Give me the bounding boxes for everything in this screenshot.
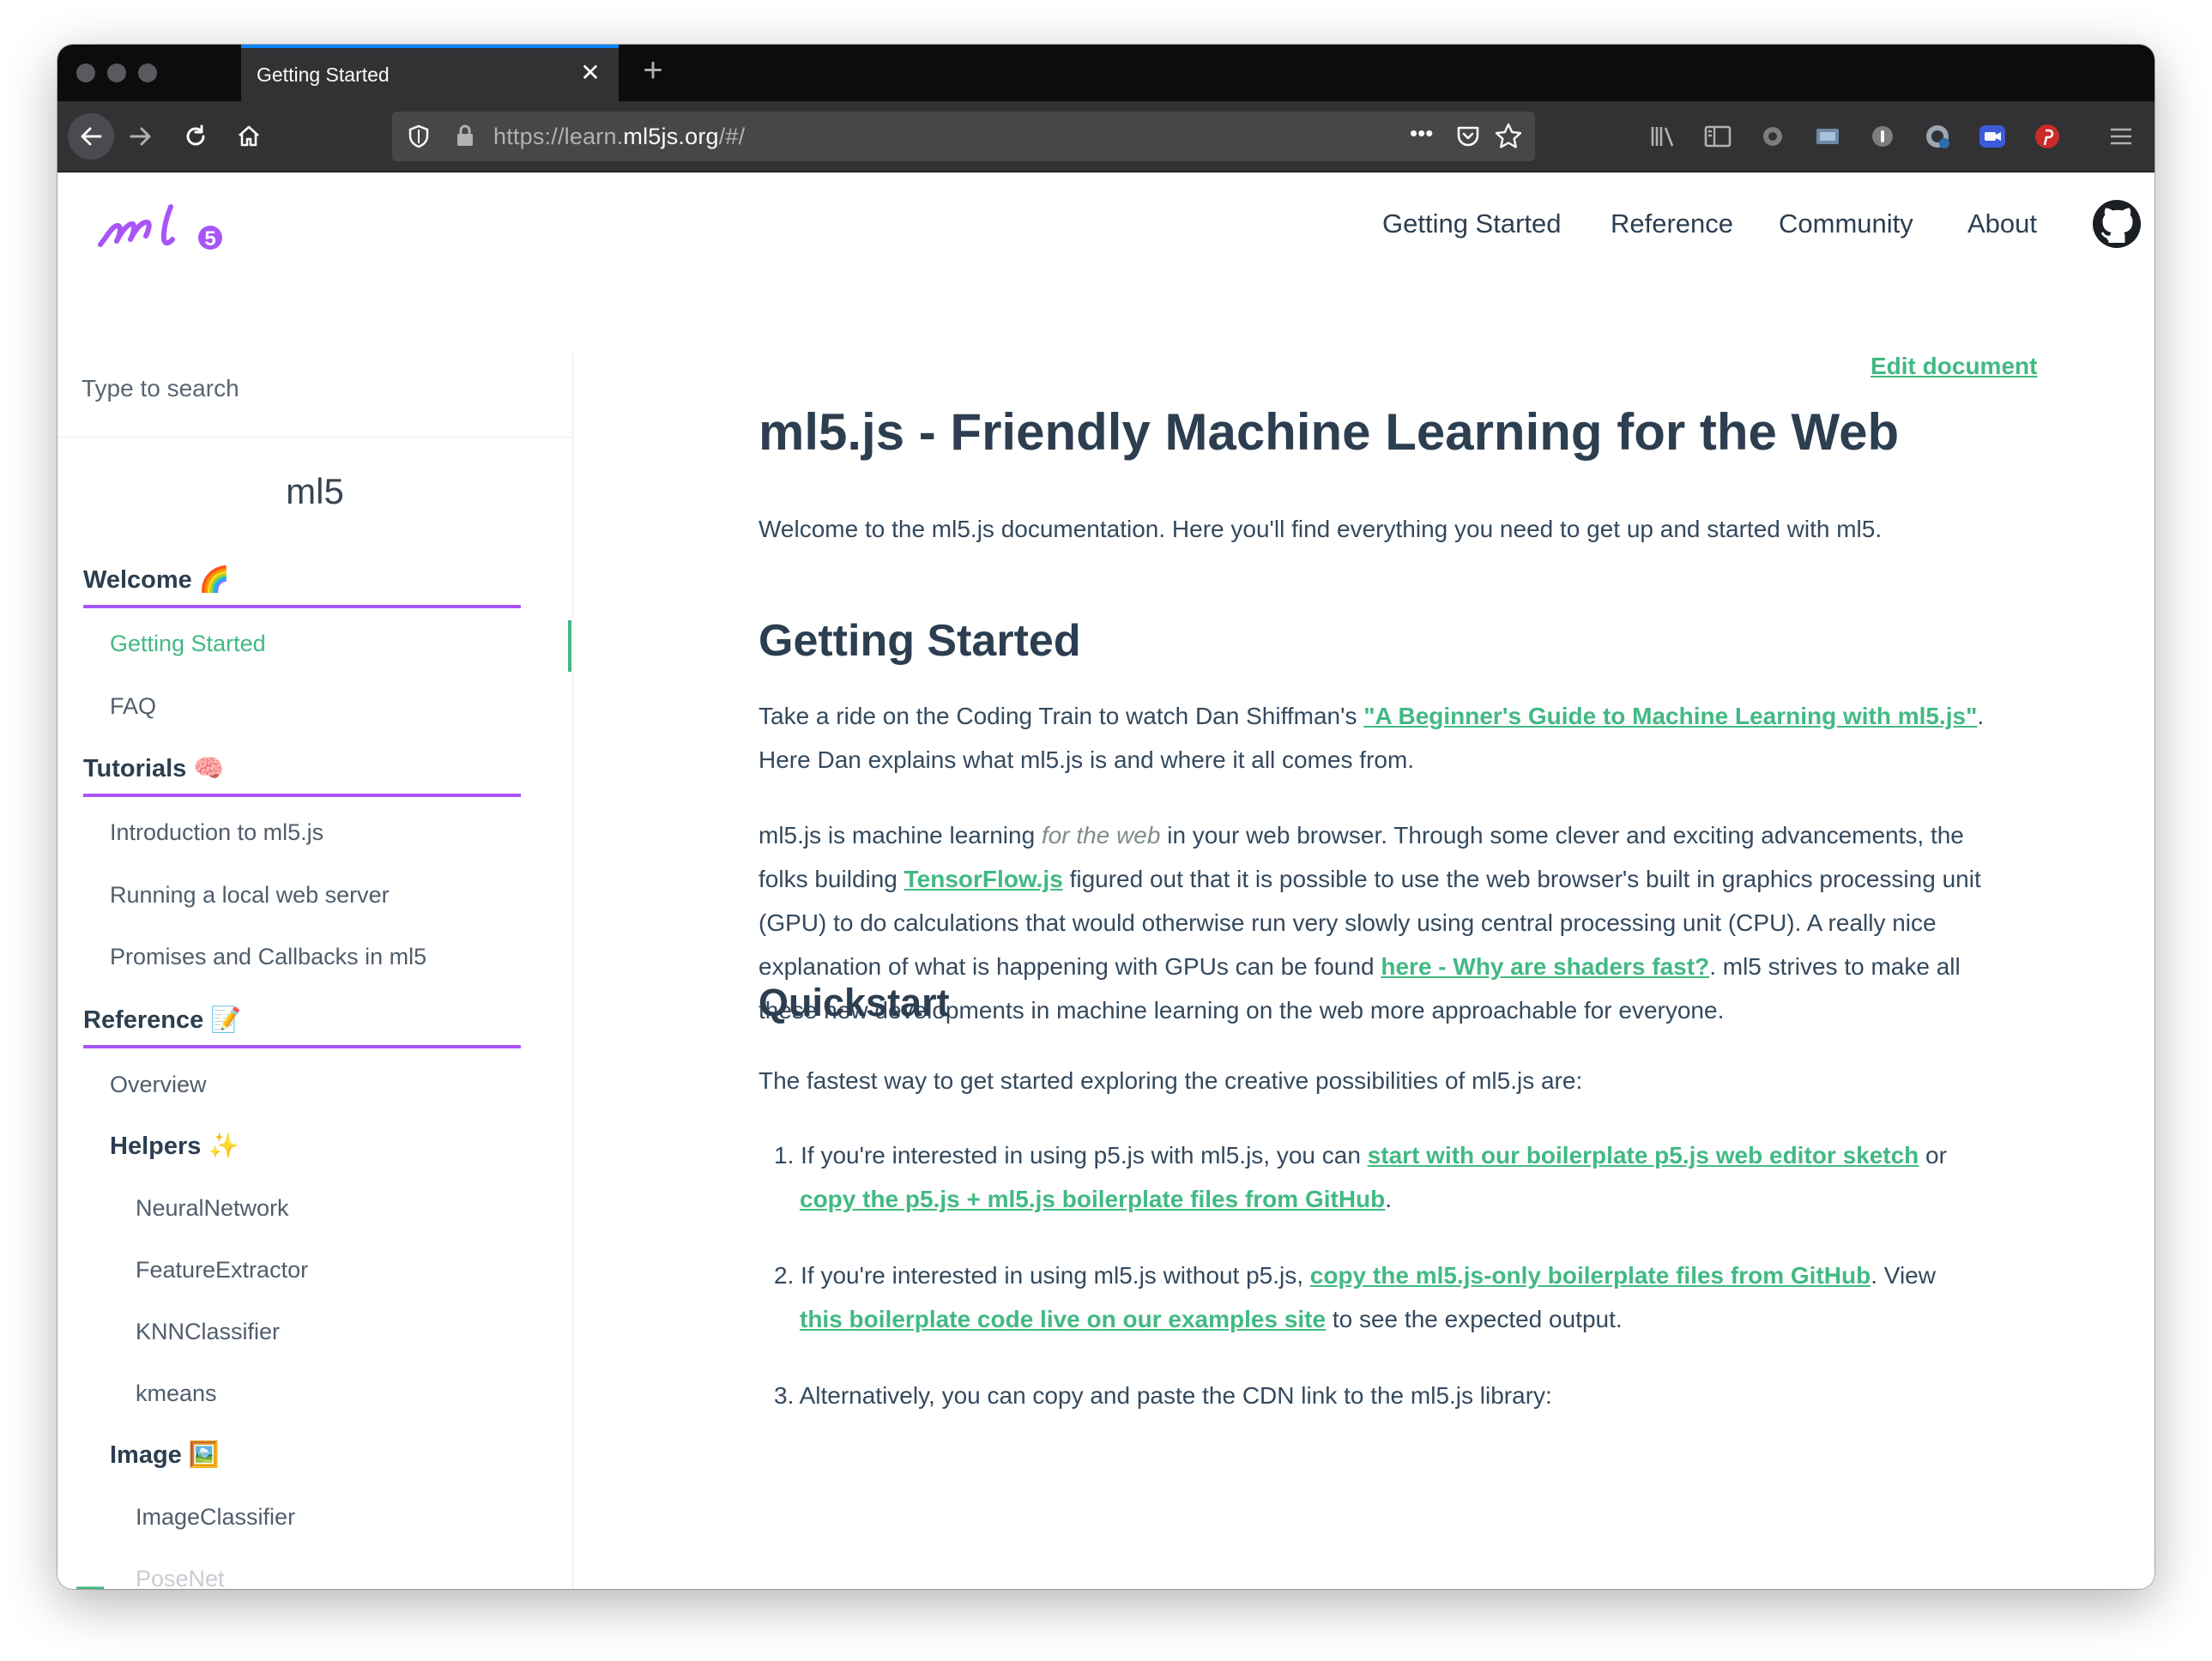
sidebar-section-reference[interactable]: Reference 📝 bbox=[83, 1006, 521, 1048]
ml5-logo[interactable]: 5 ml5 bbox=[95, 198, 233, 263]
quickstart-intro: The fastest way to get started exploring… bbox=[758, 1067, 1583, 1094]
sidebar-item-local-server[interactable]: Running a local web server bbox=[110, 882, 390, 909]
paragraph-coding-train: Take a ride on the Coding Train to watch… bbox=[758, 694, 1994, 782]
p5-editor-sketch-link[interactable]: start with our boilerplate p5.js web edi… bbox=[1368, 1142, 1919, 1169]
sidebar-app-name[interactable]: ml5 bbox=[57, 471, 572, 512]
active-indicator bbox=[568, 620, 571, 672]
sidebar-item-image[interactable]: Image 🖼️ bbox=[110, 1441, 220, 1470]
sidebar-item-promises[interactable]: Promises and Callbacks in ml5 bbox=[110, 944, 426, 970]
li3-text-a: Alternatively, you can copy and paste th… bbox=[799, 1382, 1552, 1409]
sidebar-item-neuralnetwork[interactable]: NeuralNetwork bbox=[136, 1195, 289, 1222]
beginners-guide-link[interactable]: "A Beginner's Guide to Machine Learning … bbox=[1363, 703, 1977, 729]
web-page: 5 ml5 Getting Started Reference Communit… bbox=[57, 172, 2155, 1589]
extension-gear-icon[interactable] bbox=[1756, 120, 1789, 153]
li2-text-a: If you're interested in using ml5.js wit… bbox=[801, 1262, 1310, 1289]
p2-text-a: ml5.js is machine learning bbox=[758, 822, 1042, 849]
sidebar-section-tutorials[interactable]: Tutorials 🧠 bbox=[83, 754, 521, 797]
page-title: ml5.js - Friendly Machine Learning for t… bbox=[758, 403, 1900, 461]
home-icon bbox=[239, 125, 259, 147]
back-button[interactable] bbox=[68, 113, 114, 160]
browser-tab[interactable]: Getting Started ✕ bbox=[241, 45, 619, 101]
github-icon[interactable] bbox=[2091, 198, 2142, 250]
li1-text-a: If you're interested in using p5.js with… bbox=[801, 1142, 1368, 1169]
minimize-window-button[interactable] bbox=[107, 63, 126, 82]
ml5-logo-mark: 5 bbox=[98, 204, 222, 251]
sidebar-item-overview[interactable]: Overview bbox=[110, 1072, 207, 1098]
list-number: 3. bbox=[774, 1382, 795, 1409]
lock-icon[interactable] bbox=[452, 123, 478, 148]
url-text[interactable]: https://learn.ml5js.org/#/ bbox=[493, 124, 745, 150]
sidebar-item-kmeans[interactable]: kmeans bbox=[136, 1380, 217, 1407]
list-number: 1. bbox=[774, 1142, 795, 1169]
edit-document-link[interactable]: Edit document bbox=[1871, 353, 2037, 380]
extension-video-icon[interactable] bbox=[1976, 120, 2009, 153]
sidebar: Type to search ml5 Welcome 🌈 Getting Sta… bbox=[57, 353, 573, 1589]
heading-quickstart: Quickstart bbox=[758, 981, 950, 1024]
library-icon[interactable] bbox=[1647, 120, 1679, 153]
sidebar-item-featureextractor[interactable]: FeatureExtractor bbox=[136, 1257, 308, 1284]
search-input[interactable]: Type to search bbox=[82, 375, 239, 402]
forward-button[interactable] bbox=[118, 113, 164, 160]
extension-info-icon[interactable] bbox=[1866, 120, 1899, 153]
li1-text-b: or bbox=[1919, 1142, 1947, 1169]
pocket-icon[interactable] bbox=[1454, 123, 1482, 150]
list-item: 2. If you're interested in using ml5.js … bbox=[774, 1253, 1992, 1341]
tensorflow-link[interactable]: TensorFlow.js bbox=[904, 866, 1063, 892]
shaders-link[interactable]: here - Why are shaders fast? bbox=[1381, 953, 1709, 980]
li2-text-c: to see the expected output. bbox=[1326, 1306, 1623, 1332]
tab-title: Getting Started bbox=[257, 63, 390, 86]
heading-getting-started: Getting Started bbox=[758, 616, 1081, 666]
li2-text-b: . View bbox=[1871, 1262, 1936, 1289]
shield-icon[interactable] bbox=[406, 124, 432, 149]
extension-screenshot-icon[interactable] bbox=[1811, 120, 1844, 153]
sidebar-item-introduction[interactable]: Introduction to ml5.js bbox=[110, 819, 323, 846]
sidebar-toggle-icon[interactable] bbox=[1701, 120, 1734, 153]
nav-about[interactable]: About bbox=[1967, 208, 2037, 239]
ml5-only-boilerplate-link[interactable]: copy the ml5.js-only boilerplate files f… bbox=[1310, 1262, 1871, 1289]
p5-boilerplate-github-link[interactable]: copy the p5.js + ml5.js boilerplate file… bbox=[800, 1186, 1385, 1212]
hamburger-menu-icon[interactable] bbox=[2105, 120, 2137, 153]
reload-icon bbox=[186, 124, 205, 146]
url-host: ml5js.org bbox=[623, 124, 719, 149]
new-tab-button[interactable]: + bbox=[634, 51, 672, 89]
list-item: 1. If you're interested in using p5.js w… bbox=[774, 1133, 1992, 1221]
url-prefix: https://learn. bbox=[493, 124, 624, 149]
tab-close-icon[interactable]: ✕ bbox=[576, 58, 605, 88]
sidebar-item-imageclassifier[interactable]: ImageClassifier bbox=[136, 1504, 295, 1531]
sidebar-section-welcome[interactable]: Welcome 🌈 bbox=[83, 565, 521, 608]
close-window-button[interactable] bbox=[76, 63, 95, 82]
nav-getting-started[interactable]: Getting Started bbox=[1382, 208, 1562, 239]
sidebar-item-faq[interactable]: FAQ bbox=[110, 693, 156, 720]
list-item: 3. Alternatively, you can copy and paste… bbox=[774, 1374, 1992, 1417]
pinterest-icon[interactable] bbox=[2031, 120, 2064, 153]
bookmark-star-icon[interactable] bbox=[1494, 122, 1523, 151]
extension-account-icon[interactable] bbox=[1921, 120, 1954, 153]
sidebar-item-helpers[interactable]: Helpers ✨ bbox=[110, 1132, 239, 1161]
zoom-window-button[interactable] bbox=[138, 63, 157, 82]
browser-window: Getting Started ✕ + https://learn.ml5js.… bbox=[57, 45, 2155, 1589]
nav-community[interactable]: Community bbox=[1779, 208, 1913, 239]
sidebar-item-posenet[interactable]: PoseNet bbox=[136, 1566, 225, 1589]
sidebar-toggle-icon[interactable] bbox=[73, 1583, 107, 1589]
li1-text-c: . bbox=[1385, 1186, 1393, 1212]
url-bar[interactable]: https://learn.ml5js.org/#/ ••• bbox=[392, 112, 1535, 161]
p1-text-a: Take a ride on the Coding Train to watch… bbox=[758, 703, 1364, 729]
list-number: 2. bbox=[774, 1262, 795, 1289]
sidebar-item-getting-started[interactable]: Getting Started bbox=[110, 631, 266, 657]
search-divider bbox=[57, 437, 572, 438]
home-button[interactable] bbox=[226, 113, 272, 160]
url-suffix: /#/ bbox=[718, 124, 746, 149]
page-actions-icon[interactable]: ••• bbox=[1410, 120, 1433, 147]
reload-button[interactable] bbox=[172, 113, 219, 160]
p2-emphasis: for the web bbox=[1041, 822, 1161, 849]
nav-toolbar: https://learn.ml5js.org/#/ ••• bbox=[57, 101, 2155, 172]
examples-site-link[interactable]: this boilerplate code live on our exampl… bbox=[800, 1306, 1326, 1332]
intro-paragraph: Welcome to the ml5.js documentation. Her… bbox=[758, 516, 1883, 542]
back-arrow-icon bbox=[81, 127, 102, 146]
forward-arrow-icon bbox=[130, 127, 151, 146]
nav-reference[interactable]: Reference bbox=[1611, 208, 1733, 239]
sidebar-item-knnclassifier[interactable]: KNNClassifier bbox=[136, 1319, 280, 1345]
logo-badge-5: 5 bbox=[204, 227, 215, 251]
tab-strip: Getting Started ✕ + bbox=[57, 45, 2155, 101]
